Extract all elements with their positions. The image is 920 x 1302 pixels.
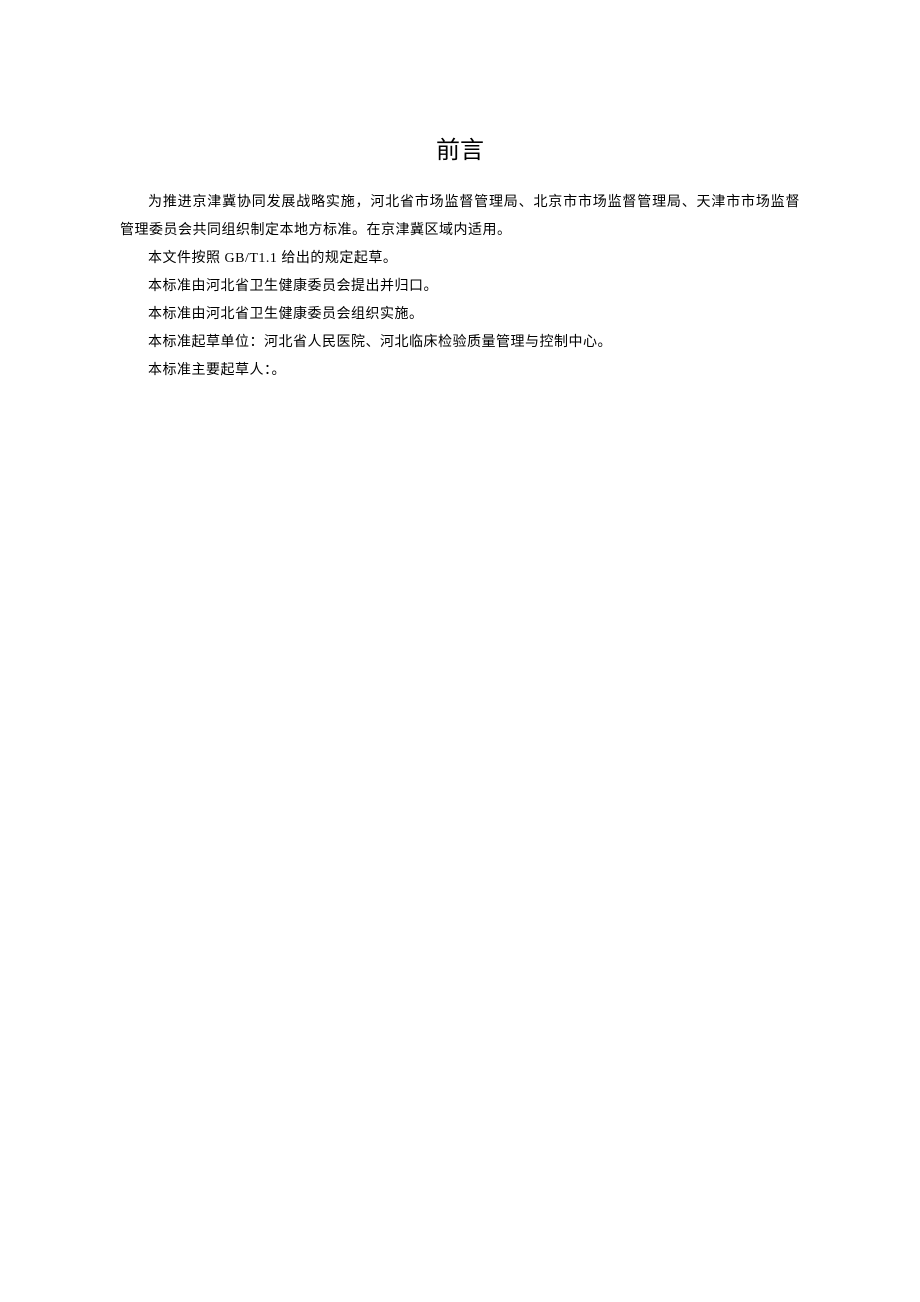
paragraph-3: 本标准由河北省卫生健康委员会提出并归口。 xyxy=(120,273,800,301)
paragraph-4: 本标准由河北省卫生健康委员会组织实施。 xyxy=(120,301,800,329)
paragraph-6: 本标准主要起草人：。 xyxy=(120,357,800,385)
paragraph-5: 本标准起草单位：河北省人民医院、河北临床检验质量管理与控制中心。 xyxy=(120,329,800,357)
document-title: 前言 xyxy=(120,130,800,165)
paragraph-1: 为推进京津冀协同发展战略实施，河北省市场监督管理局、北京市市场监督管理局、天津市… xyxy=(120,189,800,245)
paragraph-2: 本文件按照 GB/T1.1 给出的规定起草。 xyxy=(120,245,800,273)
